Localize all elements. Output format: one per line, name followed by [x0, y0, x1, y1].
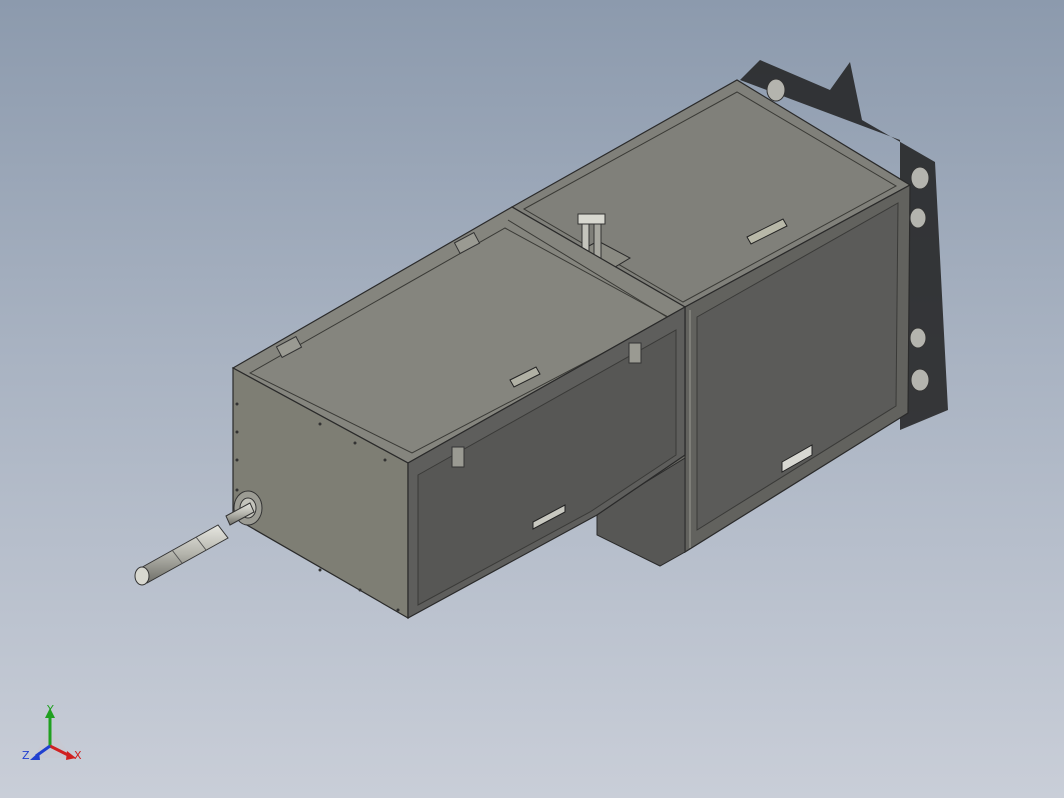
triad-graphic	[30, 708, 76, 760]
triad-x-label: X	[74, 749, 82, 762]
axis-triad[interactable]: Y X Z	[14, 700, 94, 780]
triad-y-label: Y	[47, 703, 54, 716]
triad-z-label: Z	[22, 749, 30, 762]
cad-viewport[interactable]: Y X Z	[0, 0, 1064, 798]
cad-model[interactable]	[0, 0, 1064, 798]
shaft-assembly	[134, 490, 263, 586]
left-cabinet[interactable]	[231, 206, 687, 620]
